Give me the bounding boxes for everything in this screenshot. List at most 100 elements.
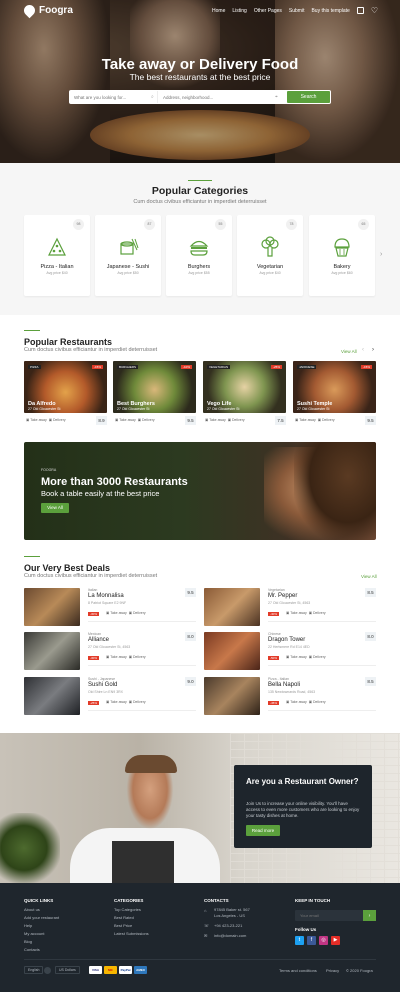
footer-contacts-title: CONTACTS [204, 898, 229, 903]
youtube-icon[interactable]: ▶ [331, 936, 340, 945]
search-button[interactable]: Search [287, 91, 330, 103]
search-input[interactable] [69, 91, 151, 103]
deal-item[interactable]: Sushi - Japanese Sushi Gold Old Shire Ln… [24, 677, 196, 715]
rating-score: 7.5 [275, 416, 286, 425]
nav-home[interactable]: Home [212, 8, 225, 14]
category-card-japanese[interactable]: 87 Japanese - Sushi Avg price $50 [95, 215, 161, 296]
category-count: 55 [215, 219, 226, 230]
section-divider [188, 180, 212, 181]
pizza-icon [48, 237, 66, 256]
hero-title: Take away or Delivery Food [101, 56, 299, 73]
footer-link[interactable]: My account [24, 931, 44, 936]
category-card-burghers[interactable]: 55 Burghers Avg price $55 [166, 215, 232, 296]
deal-item[interactable]: Mexican Alliance 27 Old Gloucester St, 4… [24, 632, 196, 670]
footer-link[interactable]: Top Categories [114, 907, 141, 912]
language-select[interactable]: English [24, 966, 44, 974]
deal-photo [204, 632, 260, 670]
deal-name: Dragon Tower [268, 637, 306, 643]
contact-email[interactable]: info@domain.com [214, 933, 246, 938]
logo-text: Foogra [39, 5, 73, 16]
discount-badge: -25% [88, 701, 100, 705]
footer-divider [24, 959, 376, 960]
globe-icon [44, 967, 51, 974]
copyright-text: © 2020 Foogra [346, 968, 373, 973]
footer-link[interactable]: Best Price [114, 923, 132, 928]
twitter-icon[interactable]: t [295, 936, 304, 945]
deal-category: Italian [88, 588, 98, 592]
deals-subtitle: Cum doctus civibus efficiantur in imperd… [24, 573, 158, 579]
restaurant-card[interactable]: BURGHERS -10% Best Burghers 27 Old Glouc… [113, 361, 196, 428]
privacy-link[interactable]: Privacy [326, 968, 339, 973]
nav-other-pages[interactable]: Other Pages [254, 8, 282, 14]
category-count: 78 [286, 219, 297, 230]
wishlist-heart-icon[interactable]: ♡ [371, 6, 378, 15]
prev-arrow-icon[interactable]: ‹ [362, 347, 364, 353]
deal-item[interactable]: Vegetarian Mr. Pepper 27 Old Gloucester … [204, 588, 376, 626]
contact-phone: +94 423-23-221 [214, 923, 243, 928]
category-count: 87 [144, 219, 155, 230]
footer-link[interactable]: Latest Submissions [114, 931, 149, 936]
divider [88, 665, 196, 666]
discount-badge: -40% [268, 612, 280, 616]
newsletter-form: › [295, 910, 376, 921]
category-count: 98 [73, 219, 84, 230]
contact-address: 97845 Baker st. 567 [214, 907, 250, 912]
nav-buy-template[interactable]: Buy this template [311, 8, 349, 14]
footer-quick-links-title: QUICK LINKS [24, 898, 54, 903]
restaurant-card[interactable]: VEGETARIAN -25% Vego Life 27 Old Glouces… [203, 361, 286, 428]
deal-address: 8 Patriot Square E2 9NF [88, 601, 127, 605]
newsletter-email-input[interactable] [295, 910, 363, 921]
deal-item[interactable]: Italian La Monnalisa 8 Patriot Square E2… [24, 588, 196, 626]
footer-link[interactable]: Contacts [24, 947, 40, 952]
nav-listing[interactable]: Listing [232, 8, 246, 14]
newsletter-submit-button[interactable]: › [363, 910, 376, 921]
banner-view-all-button[interactable]: View All [41, 503, 69, 513]
deal-name: Bella Napoli [268, 682, 301, 688]
location-input[interactable] [157, 91, 275, 103]
deal-item[interactable]: Chinese Dragon Tower 22 Hertsmere Rd E14… [204, 632, 376, 670]
currency-select[interactable]: US Dollars [55, 966, 80, 974]
deal-item[interactable]: Pizza - Italian Bella Napoli 135 Newtown… [204, 677, 376, 715]
deal-address: 22 Hertsmere Rd E14 4ED [268, 645, 310, 649]
terms-link[interactable]: Terms and conditions [279, 968, 317, 973]
main-nav: Home Listing Other Pages Submit Buy this… [212, 6, 378, 15]
instagram-icon[interactable]: ◎ [319, 936, 328, 945]
service-options: ▣ Take away ▣ Delivery [106, 700, 146, 704]
footer-link[interactable]: Add your restaurant [24, 915, 59, 920]
footer-link[interactable]: Help [24, 923, 32, 928]
visa-card-icon: VISA [89, 966, 102, 974]
popular-view-all-link[interactable]: View All [341, 349, 357, 354]
footer-link[interactable]: About us [24, 907, 40, 912]
next-arrow-icon[interactable]: › [372, 347, 374, 353]
divider [268, 710, 376, 711]
burger-icon [189, 240, 209, 256]
mail-icon: ✉ [204, 933, 208, 938]
section-divider [24, 330, 40, 331]
deal-category: Mexican [88, 632, 102, 636]
category-card-bakery[interactable]: 65 Bakery Avg price $60 [309, 215, 375, 296]
category-card-vegetarian[interactable]: 78 Vegetarian Avg price $40 [237, 215, 303, 296]
restaurant-card[interactable]: JAPANESE -15% Sushi Temple 27 Old Glouce… [293, 361, 376, 428]
footer-link[interactable]: Blog [24, 939, 32, 944]
owner-title: Are you a Restaurant Owner? [246, 777, 359, 786]
rating-score: 9.5 [185, 588, 196, 597]
login-icon[interactable] [356, 7, 364, 14]
logo[interactable]: Foogra [21, 2, 73, 19]
facebook-icon[interactable]: f [307, 936, 316, 945]
nav-submit[interactable]: Submit [289, 8, 305, 14]
categories-subtitle: Cum doctus civibus efficiantur in imperd… [133, 199, 267, 205]
categories-title: Popular Categories [151, 185, 249, 197]
deals-view-all-link[interactable]: View All [361, 574, 377, 579]
discount-badge: -50% [268, 656, 280, 660]
footer-link[interactable]: Best Rated [114, 915, 134, 920]
restaurant-card[interactable]: PIZZA -15% Da Alfredo 27 Old Gloucester … [24, 361, 107, 428]
divider [88, 621, 196, 622]
page: Foogra Home Listing Other Pages Submit B… [0, 0, 400, 992]
footer-newsletter-title: KEEP IN TOUCH [295, 898, 331, 903]
read-more-button[interactable]: Read more [246, 825, 280, 836]
owner-text: Join Us to increase your online visibili… [246, 801, 360, 818]
category-count: 65 [358, 219, 369, 230]
carousel-next-arrow-icon[interactable]: › [380, 251, 382, 258]
category-card-pizza[interactable]: 98 Pizza - Italian Avg price $40 [24, 215, 90, 296]
section-divider [24, 556, 40, 557]
